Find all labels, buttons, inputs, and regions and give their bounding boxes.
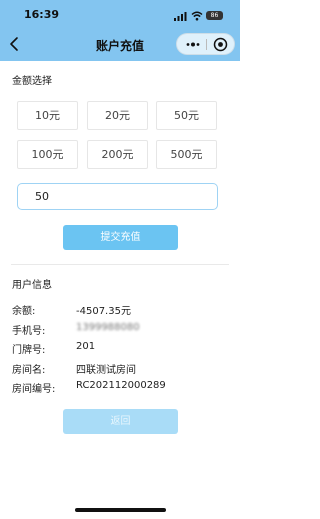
amount-option-50[interactable]: 50元 xyxy=(156,101,217,130)
navbar: 账户充值 xyxy=(0,28,240,61)
more-icon[interactable] xyxy=(185,39,201,50)
status-bar: 16:39 86 xyxy=(0,0,240,28)
header: 16:39 86 账户充值 xyxy=(0,0,240,61)
section-divider xyxy=(11,264,229,265)
room-name-label: 房间名: xyxy=(12,365,46,376)
amount-section-title: 金额选择 xyxy=(12,76,52,87)
signal-icon xyxy=(174,12,187,21)
balance-value: -4507.35元 xyxy=(76,306,131,317)
amount-option-500[interactable]: 500元 xyxy=(156,140,217,169)
amount-input[interactable] xyxy=(17,183,218,210)
amount-option-20[interactable]: 20元 xyxy=(87,101,148,130)
capsule-divider xyxy=(206,39,207,50)
status-time: 16:39 xyxy=(24,8,60,21)
submit-recharge-button[interactable]: 提交充值 xyxy=(63,225,178,250)
room-number-value: RC202112000289 xyxy=(76,380,166,391)
phone-value: 1399988080 xyxy=(76,322,140,333)
amount-option-200[interactable]: 200元 xyxy=(87,140,148,169)
mini-program-capsule xyxy=(176,33,235,55)
door-number-value: 201 xyxy=(76,341,96,352)
user-info-section-title: 用户信息 xyxy=(12,280,52,291)
battery-icon: 86 xyxy=(206,11,223,20)
amount-option-10[interactable]: 10元 xyxy=(17,101,78,130)
close-target-icon[interactable] xyxy=(213,37,228,52)
phone-label: 手机号: xyxy=(12,326,46,337)
wifi-icon xyxy=(191,11,203,21)
home-indicator xyxy=(75,508,166,512)
back-button[interactable]: 返回 xyxy=(63,409,178,434)
door-number-label: 门牌号: xyxy=(12,345,46,356)
balance-label: 余额: xyxy=(12,306,36,317)
amount-option-100[interactable]: 100元 xyxy=(17,140,78,169)
room-name-value: 四联测试房间 xyxy=(76,365,136,376)
room-number-label: 房间编号: xyxy=(12,384,56,395)
